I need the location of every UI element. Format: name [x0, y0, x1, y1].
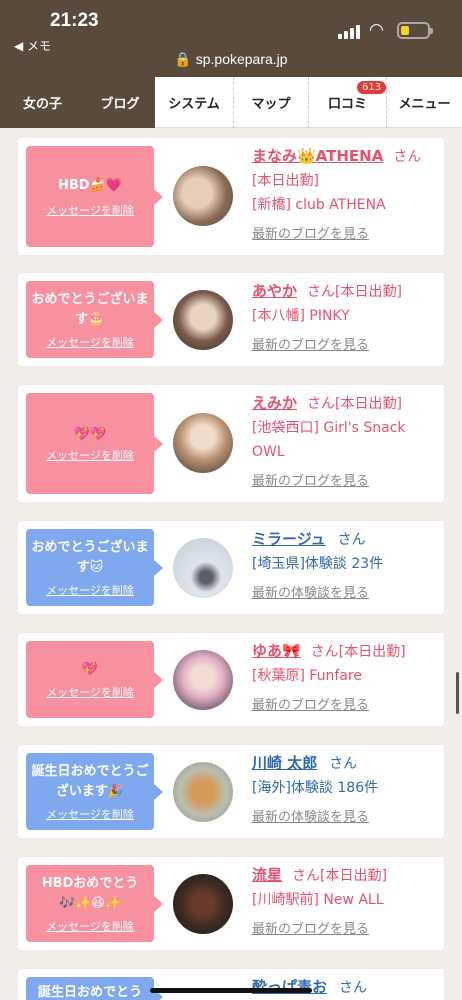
list-item: おめでとうございます🎂 メッセージを削除 あやか さん[本日出勤] [本八幡] P…: [18, 273, 444, 366]
url-bar[interactable]: 🔒 sp.pokepara.jp: [0, 51, 462, 68]
shop-name: [本八幡] PINKY: [252, 308, 350, 324]
tab-girls[interactable]: 女の子: [0, 77, 85, 128]
girl-name-link[interactable]: あやか: [252, 282, 297, 300]
delete-message-link[interactable]: メッセージを削除: [46, 582, 134, 598]
avatar[interactable]: [173, 650, 233, 710]
tab-label: 口コミ: [327, 97, 367, 112]
message-bubble: 💖💖 メッセージを削除: [26, 393, 163, 494]
name-suffix: さん[本日出勤]: [307, 284, 402, 300]
user-name-link[interactable]: 川崎 太郎: [252, 754, 317, 772]
shop-name: [池袋西口] Girl's Snack OWL: [252, 420, 406, 460]
name-suffix: さん: [393, 149, 422, 165]
tab-system[interactable]: システム: [155, 77, 233, 128]
latest-review-link[interactable]: 最新の体験談を見る: [252, 806, 440, 830]
girl-name-link[interactable]: えみか: [252, 394, 297, 412]
shop-name: [新橋] club ATHENA: [252, 197, 386, 213]
home-indicator[interactable]: [150, 988, 312, 993]
tab-label: マップ: [251, 97, 291, 112]
message-bubble: おめでとうございます🎂 メッセージを削除: [26, 281, 163, 358]
review-count: [海外]体験談 186件: [252, 780, 379, 796]
list-item: 誕生日おめでとうございます🎉 メッセージを削除 川崎 太郎 さん [海外]体験談 …: [18, 745, 444, 838]
name-suffix: さん: [337, 532, 366, 548]
tab-menu[interactable]: メニュー: [386, 77, 462, 128]
battery-icon: [397, 22, 433, 39]
tab-label: メニュー: [398, 97, 451, 112]
list-item: おめでとうございます🐱 メッセージを削除 ミラージュ さん [埼玉県]体験談 23…: [18, 521, 444, 614]
message-text: おめでとうございます🐱: [31, 539, 149, 575]
name-suffix: さん[本日出勤]: [307, 396, 402, 412]
tab-label: ブログ: [100, 97, 140, 112]
message-text: 誕生日おめでとうございます🎉: [31, 763, 149, 799]
latest-blog-link[interactable]: 最新のブログを見る: [252, 223, 440, 247]
tab-label: 女の子: [22, 97, 62, 112]
shop-name: [川崎駅前] New ALL: [252, 892, 384, 908]
shop-name: [秋葉原] Funfare: [252, 668, 362, 684]
name-suffix: さん: [339, 980, 368, 996]
latest-blog-link[interactable]: 最新のブログを見る: [252, 470, 440, 494]
delete-message-link[interactable]: メッセージを削除: [46, 334, 134, 350]
reviews-count-badge: 613: [357, 81, 387, 94]
user-name-link[interactable]: 酔っぱ毒お: [252, 978, 327, 996]
message-bubble: 誕生日おめでとうございます🎉 メッセージを削除: [26, 753, 163, 830]
tab-label: システム: [168, 97, 220, 112]
avatar[interactable]: [173, 762, 233, 822]
profile-info: まなみ👑ATHENA さん [本日出勤] [新橋] club ATHENA 最新の…: [252, 144, 440, 247]
message-text: HBD🍰💗: [58, 177, 122, 193]
delete-message-link[interactable]: メッセージを削除: [46, 202, 134, 218]
browser-header: 21:23 ◀ メモ ◠ 🔒 sp.pokepara.jp: [0, 0, 462, 77]
wifi-icon: ◠: [369, 20, 384, 40]
delete-message-link[interactable]: メッセージを削除: [46, 918, 134, 934]
message-bubble: 💖 メッセージを削除: [26, 641, 163, 718]
message-bubble: 誕生日おめでとう: [26, 977, 163, 1000]
attendance-status: [本日出勤]: [252, 173, 319, 189]
profile-info: 流星 さん[本日出勤] [川崎駅前] New ALL 最新のブログを見る: [252, 863, 440, 942]
latest-blog-link[interactable]: 最新のブログを見る: [252, 918, 440, 942]
avatar[interactable]: [173, 413, 233, 473]
list-item: 💖 メッセージを削除 ゆあ🎀 さん[本日出勤] [秋葉原] Funfare 最新の…: [18, 633, 444, 726]
scrollbar[interactable]: [456, 672, 459, 714]
delete-message-link[interactable]: メッセージを削除: [46, 684, 134, 700]
profile-info: ミラージュ さん [埼玉県]体験談 23件 最新の体験談を見る: [252, 527, 440, 606]
tab-reviews[interactable]: 口コミ 613: [308, 77, 387, 128]
latest-blog-link[interactable]: 最新のブログを見る: [252, 334, 440, 358]
list-item: 誕生日おめでとう 酔っぱ毒お さん: [18, 969, 444, 1000]
message-text: HBDおめでとう🎶✨😆✨: [41, 875, 139, 911]
user-name-link[interactable]: ミラージュ: [252, 530, 326, 548]
name-suffix: さん: [329, 756, 358, 772]
profile-info: あやか さん[本日出勤] [本八幡] PINKY 最新のブログを見る: [252, 279, 440, 358]
message-bubble: HBD🍰💗 メッセージを削除: [26, 146, 163, 247]
cellular-signal-icon: [338, 23, 362, 39]
message-bubble: おめでとうございます🐱 メッセージを削除: [26, 529, 163, 606]
delete-message-link[interactable]: メッセージを削除: [46, 806, 134, 822]
latest-review-link[interactable]: 最新の体験談を見る: [252, 582, 440, 606]
avatar[interactable]: [173, 538, 233, 598]
girl-name-link[interactable]: ゆあ🎀: [252, 642, 301, 660]
avatar[interactable]: [173, 166, 233, 226]
message-text: おめでとうございます🎂: [31, 291, 149, 327]
list-item: 💖💖 メッセージを削除 えみか さん[本日出勤] [池袋西口] Girl's Sn…: [18, 385, 444, 502]
delete-message-link[interactable]: メッセージを削除: [46, 447, 134, 463]
message-bubble: HBDおめでとう🎶✨😆✨ メッセージを削除: [26, 865, 163, 942]
profile-info: 川崎 太郎 さん [海外]体験談 186件 最新の体験談を見る: [252, 751, 440, 830]
tab-blog[interactable]: ブログ: [85, 77, 155, 128]
review-count: [埼玉県]体験談 23件: [252, 556, 384, 572]
name-suffix: さん[本日出勤]: [292, 868, 387, 884]
message-text: 💖💖: [73, 426, 107, 442]
latest-blog-link[interactable]: 最新のブログを見る: [252, 694, 440, 718]
avatar[interactable]: [173, 290, 233, 350]
main-nav: 女の子 ブログ システム マップ 口コミ 613 メニュー: [0, 77, 462, 128]
girl-name-link[interactable]: まなみ👑ATHENA: [252, 147, 383, 165]
profile-info: えみか さん[本日出勤] [池袋西口] Girl's Snack OWL 最新のブ…: [252, 391, 440, 494]
girl-name-link[interactable]: 流星: [252, 866, 282, 884]
name-suffix: さん[本日出勤]: [310, 644, 406, 660]
list-item: HBD🍰💗 メッセージを削除 まなみ👑ATHENA さん [本日出勤] [新橋] …: [18, 138, 444, 255]
tab-map[interactable]: マップ: [233, 77, 308, 128]
message-text: 💖: [81, 661, 99, 677]
list-item: HBDおめでとう🎶✨😆✨ メッセージを削除 流星 さん[本日出勤] [川崎駅前] …: [18, 857, 444, 950]
status-time: 21:23: [50, 10, 99, 31]
profile-info: ゆあ🎀 さん[本日出勤] [秋葉原] Funfare 最新のブログを見る: [252, 639, 440, 718]
message-text: 誕生日おめでとう: [37, 985, 142, 1000]
url-text: sp.pokepara.jp: [195, 51, 288, 67]
avatar[interactable]: [173, 874, 233, 934]
